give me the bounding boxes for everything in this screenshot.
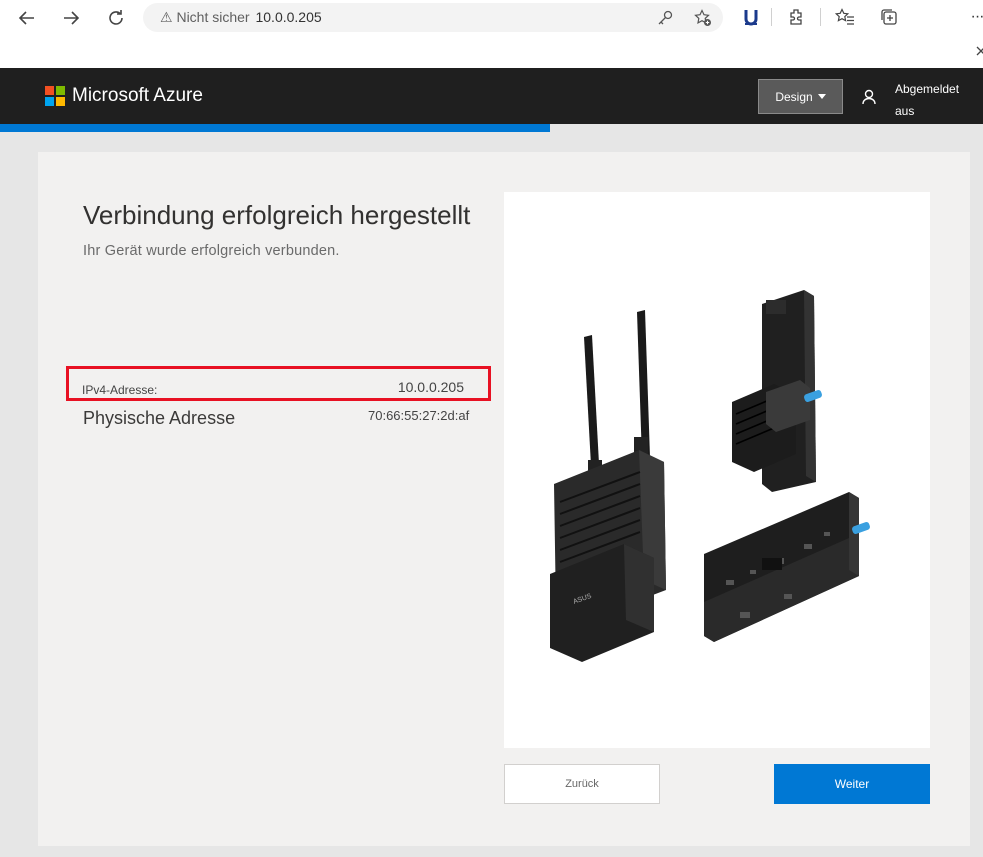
close-icon[interactable] [970, 40, 983, 62]
reload-icon[interactable] [104, 6, 128, 30]
design-label: Design [775, 89, 813, 104]
caret-down-icon [817, 94, 826, 99]
security-warning-icon[interactable]: ⚠ [160, 9, 173, 25]
more-menu-icon[interactable]: ··· [966, 6, 983, 28]
user-icon[interactable] [860, 88, 878, 106]
key-icon[interactable] [656, 9, 674, 27]
progress-bar [0, 124, 983, 132]
user-status[interactable]: Abgemeldet aus [895, 78, 975, 122]
browser-toolbar: ⚠ Nicht sicher 10.0.0.205 ··· [0, 0, 983, 68]
device-illustration: ASUS [550, 290, 870, 662]
favorites-icon[interactable] [834, 6, 856, 28]
router-device: ASUS [550, 310, 666, 662]
logo-square [56, 97, 65, 106]
device-image: ASUS [504, 192, 930, 748]
design-dropdown-button[interactable]: Design [758, 79, 843, 114]
address-url: 10.0.0.205 [255, 9, 322, 25]
toolbar-divider [771, 8, 772, 26]
mac-value: 70:66:55:27:2d:af [368, 408, 470, 423]
address-text: ⚠ Nicht sicher 10.0.0.205 [160, 9, 322, 26]
back-button[interactable]: Zurück [504, 764, 660, 804]
page-title: Verbindung erfolgreich hergestellt [83, 200, 471, 230]
logo-square [45, 86, 54, 95]
ipv4-label: IPv4-Adresse: [82, 383, 158, 397]
next-button[interactable]: Weiter [774, 764, 930, 804]
security-status: Nicht sicher [176, 9, 250, 25]
page-subtitle: Ihr Gerät wurde erfolgreich verbunden. [83, 243, 340, 259]
carrier-board [704, 492, 870, 642]
collections-icon[interactable] [878, 6, 900, 28]
azure-header: Microsoft Azure Design Abgemeldet aus [0, 68, 983, 124]
extension-u-icon[interactable] [740, 6, 762, 28]
toolbar-divider [820, 8, 821, 26]
back-arrow-icon[interactable] [15, 6, 39, 30]
main-panel: Verbindung erfolgreich hergestellt Ihr G… [38, 152, 970, 846]
mac-label: Physische Adresse [83, 408, 236, 428]
address-bar[interactable]: ⚠ Nicht sicher 10.0.0.205 [143, 3, 723, 32]
module-device [732, 290, 822, 492]
ipv4-value: 10.0.0.205 [397, 379, 464, 395]
logo-square [45, 97, 54, 106]
forward-arrow-icon[interactable] [59, 6, 83, 30]
add-favorite-icon[interactable] [694, 9, 712, 27]
logo-square [56, 86, 65, 95]
ipv4-row: IPv4-Adresse: 10.0.0.205 [66, 366, 491, 401]
brand-title: Microsoft Azure [72, 85, 203, 106]
microsoft-logo-icon [45, 86, 65, 106]
progress-fill [0, 124, 551, 132]
extensions-puzzle-icon[interactable] [785, 6, 807, 28]
